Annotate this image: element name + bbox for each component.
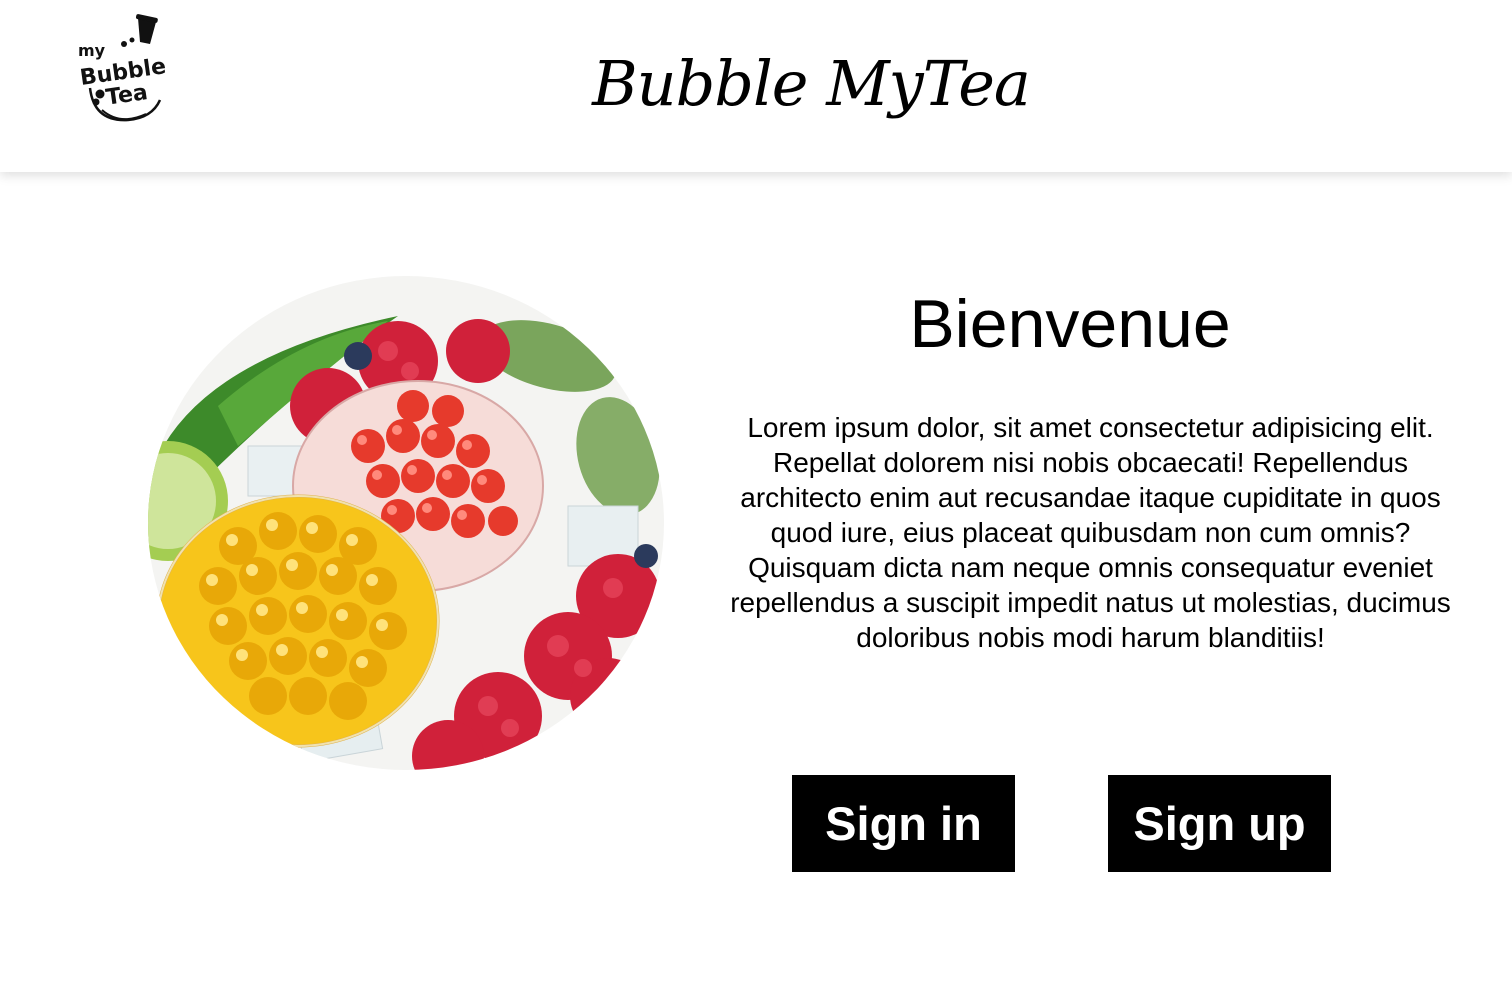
sign-in-button[interactable]: Sign in xyxy=(792,775,1015,872)
welcome-text: Lorem ipsum dolor, sit amet consectetur … xyxy=(730,412,1451,653)
site-header: my Bubble Tea Bubble MyTea xyxy=(0,0,1512,172)
site-title: Bubble MyTea xyxy=(592,47,1031,120)
sign-up-button[interactable]: Sign up xyxy=(1108,775,1331,872)
hero-image xyxy=(148,276,664,770)
welcome-title: Bienvenue xyxy=(909,286,1231,362)
page: my Bubble Tea Bubble MyTea Bienvenue Lor… xyxy=(0,0,1512,982)
bubble-tea-fruit-photo-icon xyxy=(148,276,664,770)
